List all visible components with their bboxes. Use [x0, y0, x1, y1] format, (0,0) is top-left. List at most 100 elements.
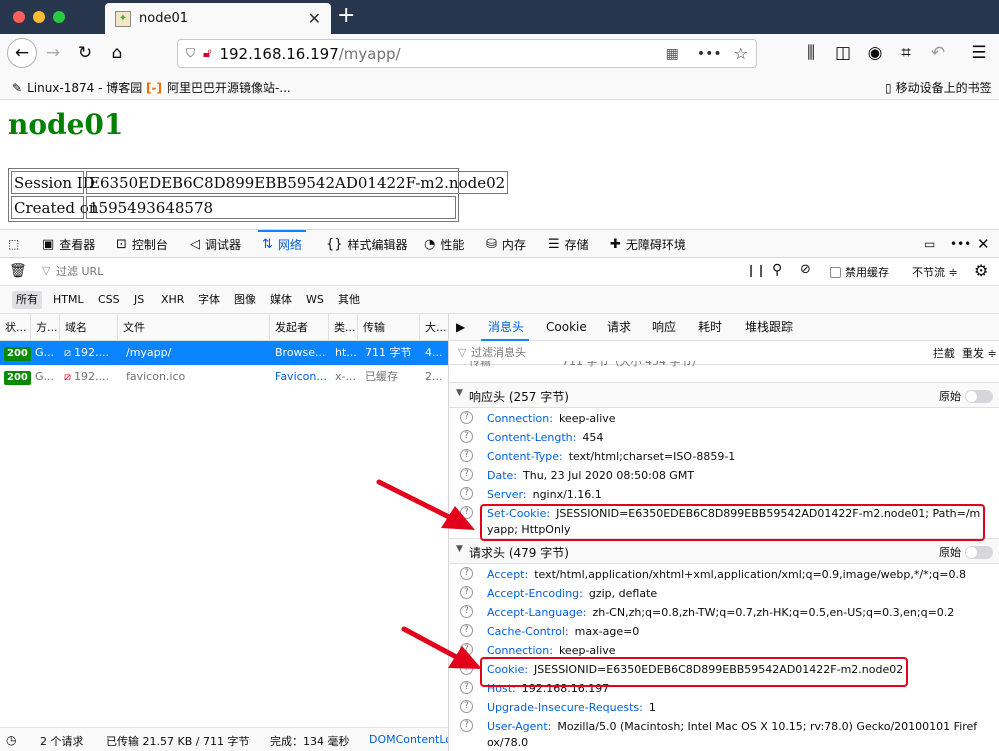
- insecure-lock-icon[interactable]: 🔓︎: [203, 46, 211, 61]
- tab-memory[interactable]: ⛁ 内存: [486, 230, 526, 258]
- reload-button[interactable]: ↻: [72, 40, 98, 66]
- raw-toggle[interactable]: [965, 390, 993, 403]
- screenshot-icon[interactable]: ⌗: [893, 40, 919, 66]
- block-icon[interactable]: ⊘: [800, 262, 811, 277]
- help-icon[interactable]: ?: [460, 430, 473, 443]
- header-row[interactable]: ? Accept-Encoding: gzip, deflate: [449, 586, 999, 602]
- type-filter-all[interactable]: 所有: [12, 291, 42, 309]
- tab-performance[interactable]: ◔ 性能: [424, 230, 464, 258]
- forward-button[interactable]: →: [40, 40, 66, 66]
- table-row[interactable]: 200 G... ⧄ 192.... /myapp/ Browse... ht..…: [0, 341, 448, 365]
- bookmark-star-icon[interactable]: ☆: [734, 44, 748, 63]
- sidebar-icon[interactable]: ◫: [830, 40, 856, 66]
- request-initiator[interactable]: Favicon...: [271, 365, 329, 389]
- new-tab-icon[interactable]: +: [337, 4, 355, 28]
- tab-timings[interactable]: 耗时: [698, 314, 722, 341]
- library-icon[interactable]: ⫼: [798, 40, 824, 66]
- type-filter-ws[interactable]: WS: [302, 291, 328, 309]
- help-icon[interactable]: ?: [460, 586, 473, 599]
- raw-toggle[interactable]: [965, 546, 993, 559]
- throttle-select[interactable]: 不节流 ≑: [912, 264, 958, 280]
- column-initiator[interactable]: 发起者: [270, 314, 329, 341]
- search-icon[interactable]: ⚲: [772, 262, 782, 278]
- tab-cookie[interactable]: Cookie: [546, 314, 587, 341]
- bookmark-item[interactable]: [-] 阿里巴巴开源镜像站-...: [146, 79, 291, 96]
- pause-icon[interactable]: ❙❙: [746, 263, 766, 277]
- filter-url-input[interactable]: [56, 262, 356, 281]
- column-transferred[interactable]: 传输: [358, 314, 420, 341]
- block-button[interactable]: 拦截: [933, 345, 955, 361]
- tab-console[interactable]: ⊡ 控制台: [116, 230, 168, 258]
- tab-stack-trace[interactable]: 堆栈跟踪: [745, 314, 793, 341]
- header-row[interactable]: ? Server: nginx/1.16.1: [449, 487, 999, 503]
- table-row[interactable]: 200 G... ⧄ 192.... favicon.ico Favicon...…: [0, 365, 448, 389]
- undo-icon[interactable]: ↶: [925, 40, 951, 66]
- column-method[interactable]: 方...: [31, 314, 60, 341]
- qr-code-icon[interactable]: ▦: [666, 46, 679, 62]
- tab-network[interactable]: ⇅ 网络: [258, 230, 306, 258]
- column-domain[interactable]: 域名: [60, 314, 118, 341]
- header-row[interactable]: ? Accept: text/html,application/xhtml+xml,…: [449, 567, 999, 583]
- help-icon[interactable]: ?: [460, 449, 473, 462]
- settings-gear-icon[interactable]: ⚙: [974, 261, 988, 280]
- column-type[interactable]: 类...: [329, 314, 358, 341]
- tab-inspector[interactable]: ▣ 查看器: [42, 230, 95, 258]
- type-filter-other[interactable]: 其他: [334, 291, 364, 309]
- header-row[interactable]: ? Upgrade-Insecure-Requests: 1: [449, 700, 999, 716]
- zoom-window-button[interactable]: [53, 11, 65, 23]
- type-filter-xhr[interactable]: XHR: [157, 291, 188, 309]
- checkbox-box[interactable]: [830, 266, 841, 278]
- help-icon[interactable]: ?: [460, 411, 473, 424]
- help-icon[interactable]: ?: [460, 681, 473, 694]
- trash-icon[interactable]: 🗑︎: [9, 263, 27, 279]
- account-icon[interactable]: ◉: [862, 40, 888, 66]
- bookmark-item[interactable]: ✎ Linux-1874 - 博客园: [12, 79, 142, 96]
- tab-debugger[interactable]: ◁ 调试器: [190, 230, 241, 258]
- type-filter-js[interactable]: JS: [130, 291, 148, 309]
- shield-icon[interactable]: ⛉: [186, 46, 195, 61]
- header-row[interactable]: ? Date: Thu, 23 Jul 2020 08:50:08 GMT: [449, 468, 999, 484]
- summary-icon[interactable]: ◷: [6, 733, 16, 747]
- tab-storage[interactable]: ☰ 存储: [548, 230, 589, 258]
- toggle-sidebar-icon[interactable]: ▶︎: [456, 314, 465, 341]
- tab-accessibility[interactable]: ✚ 无障碍环境: [610, 230, 686, 258]
- page-actions-icon[interactable]: •••: [697, 46, 722, 62]
- help-icon[interactable]: ?: [460, 605, 473, 618]
- menu-icon[interactable]: ☰: [966, 40, 992, 66]
- request-initiator[interactable]: Browse...: [271, 341, 329, 365]
- type-filter-images[interactable]: 图像: [230, 291, 260, 309]
- response-headers-section[interactable]: ▼ 响应头 (257 字节) 原始: [449, 382, 999, 408]
- disable-cache-checkbox[interactable]: 禁用缓存: [830, 264, 889, 280]
- help-icon[interactable]: ?: [460, 567, 473, 580]
- tab-request[interactable]: 请求: [607, 314, 631, 341]
- tab-headers[interactable]: 消息头: [488, 314, 524, 341]
- tab-response[interactable]: 响应: [652, 314, 676, 341]
- home-button[interactable]: ⌂: [104, 40, 130, 66]
- header-row[interactable]: ? Content-Length: 454: [449, 430, 999, 446]
- close-devtools-icon[interactable]: ✕: [977, 230, 990, 258]
- help-icon[interactable]: ?: [460, 719, 473, 732]
- browser-tab[interactable]: ✦ node01 ✕: [105, 3, 331, 34]
- request-headers-section[interactable]: ▼ 请求头 (479 字节) 原始: [449, 538, 999, 564]
- type-filter-css[interactable]: CSS: [94, 291, 124, 309]
- type-filter-html[interactable]: HTML: [49, 291, 88, 309]
- tab-style-editor[interactable]: {} 样式编辑器: [326, 230, 408, 258]
- responsive-design-icon[interactable]: ▭: [924, 230, 935, 258]
- mobile-bookmarks[interactable]: ▯ 移动设备上的书签: [885, 79, 992, 96]
- help-icon[interactable]: ?: [460, 700, 473, 713]
- back-button[interactable]: ←: [7, 38, 37, 68]
- resend-button[interactable]: 重发 ≑: [962, 345, 997, 361]
- header-row[interactable]: ? Connection: keep-alive: [449, 411, 999, 427]
- url-bar[interactable]: ⛉ 🔓︎ 192.168.16.197 /myapp/ ▦ ••• ☆: [177, 39, 757, 68]
- close-tab-icon[interactable]: ✕: [308, 9, 321, 28]
- close-window-button[interactable]: [13, 11, 25, 23]
- header-row[interactable]: ? Cache-Control: max-age=0: [449, 624, 999, 640]
- header-row[interactable]: ? User-Agent: Mozilla/5.0 (Macintosh; Inte…: [449, 719, 999, 751]
- devtools-menu-icon[interactable]: •••: [950, 230, 971, 258]
- column-file[interactable]: 文件: [118, 314, 270, 341]
- column-size[interactable]: 大...: [420, 314, 448, 341]
- minimize-window-button[interactable]: [33, 11, 45, 23]
- type-filter-fonts[interactable]: 字体: [194, 291, 224, 309]
- header-row[interactable]: ? Accept-Language: zh-CN,zh;q=0.8,zh-TW;q=…: [449, 605, 999, 621]
- element-picker-icon[interactable]: ⬚: [8, 230, 19, 258]
